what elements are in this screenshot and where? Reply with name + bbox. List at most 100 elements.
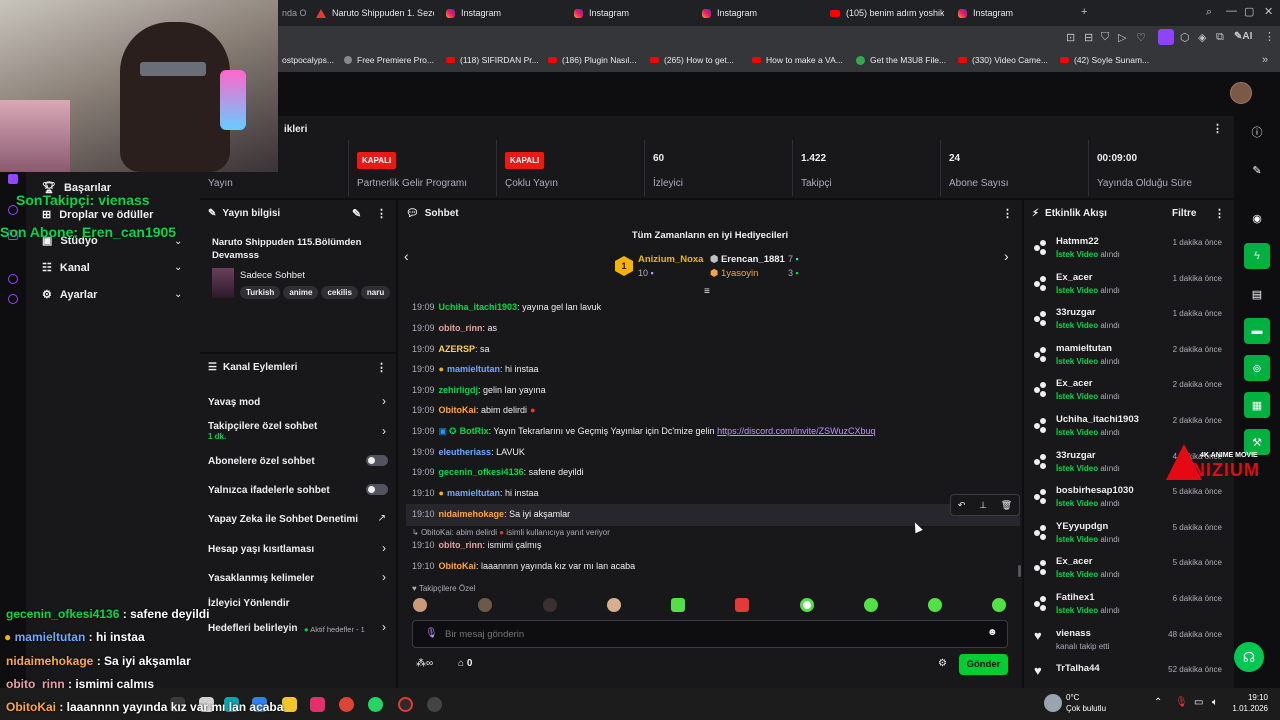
action-yavas-mod[interactable]: Yavaş mod (208, 397, 388, 408)
avatar[interactable] (1230, 82, 1252, 104)
activity-item[interactable]: Ex_acer İstek Video alındı 1 dakika önce (1034, 272, 1230, 302)
bookmark[interactable]: (265) How to get... (650, 48, 734, 72)
kebab-menu-icon[interactable]: ⋮ (1212, 122, 1223, 135)
activity-user[interactable]: Ex_acer (1056, 556, 1092, 567)
weather-icon[interactable] (1044, 694, 1062, 712)
activity-item[interactable]: ♥ vienass kanalı takip etti 48 dakika önce (1034, 628, 1230, 658)
action-takipcilere-ozel[interactable]: Takipçilere özel sohbet 1 dk. (208, 421, 388, 441)
msg-user[interactable]: zehirligdj (439, 385, 479, 395)
emote-icon[interactable] (543, 598, 557, 612)
msg-user[interactable]: eleutheriass (439, 447, 492, 457)
emote-icon[interactable] (928, 598, 942, 612)
emote-icon[interactable] (478, 598, 492, 612)
msg-user[interactable]: obito_rinn (439, 323, 483, 333)
chat-message[interactable]: 19:10 obito_rinn: ismimi çalmış (412, 540, 542, 550)
browser-tab[interactable]: Instagram (958, 0, 1068, 26)
activity-item[interactable]: Uchiha_itachi1903 İstek Video alındı 2 dak… (1034, 414, 1230, 444)
emote-icon[interactable] (413, 598, 427, 612)
bookmark[interactable]: Free Premiere Pro... (344, 48, 434, 72)
info-icon[interactable]: ⓘ (1244, 119, 1270, 145)
broadcast-icon[interactable]: ⊚ (1244, 355, 1270, 381)
abonelere-ozel-toggle[interactable] (366, 455, 388, 466)
msg-user[interactable]: Uchiha_itachi1903 (439, 302, 518, 312)
bookmark[interactable]: (118) SIFIRDAN Pr... (446, 48, 539, 72)
activity-user[interactable]: YEyyupdgn (1056, 521, 1108, 532)
ai-button[interactable]: ✎AI (1234, 31, 1252, 42)
browser-tab[interactable]: Instagram (574, 0, 684, 26)
action-yapay-zeka[interactable]: Yapay Zeka ile Sohbet Denetimi (208, 514, 388, 525)
opera-icon[interactable] (398, 697, 413, 712)
activity-user[interactable]: bosbirhesap1030 (1056, 485, 1134, 496)
browser-tab[interactable]: Instagram (446, 0, 556, 26)
browser-tab[interactable]: Instagram (702, 0, 812, 26)
support-chat-button[interactable]: ☊ (1234, 642, 1264, 672)
msg-user[interactable]: ObitoKai (439, 405, 477, 415)
chat-message[interactable]: 19:09 ● mamieltutan: hi instaa (412, 364, 539, 374)
channel-points-icon[interactable]: ⁂∞ (416, 658, 433, 669)
tray-chevron-icon[interactable]: ⌃ (1154, 697, 1162, 708)
external-link-icon[interactable]: ↗ (378, 513, 386, 524)
activity-user[interactable]: 33ruzgar (1056, 450, 1096, 461)
new-tab-icon[interactable]: + (1081, 6, 1087, 18)
mic-tray-icon[interactable]: 🎙︎ (1175, 697, 1188, 708)
chat-icon[interactable] (8, 274, 18, 284)
activity-item[interactable]: bosbirhesap1030 İstek Video alındı 5 dakik… (1034, 485, 1230, 515)
activity-item[interactable]: 33ruzgar İstek Video alındı 1 dakika önce (1034, 307, 1230, 337)
chat-message[interactable]: 19:10 ObitoKai: laaannnn yayında kız var … (412, 561, 635, 571)
chrome-icon[interactable] (339, 697, 354, 712)
ifadelerle-toggle[interactable] (366, 484, 388, 495)
activity-user[interactable]: Fatihex1 (1056, 592, 1095, 603)
chevron-right-icon[interactable]: › (382, 394, 386, 408)
kebab-menu-icon[interactable]: ⋮ (376, 207, 387, 220)
msg-user[interactable]: AZERSP (439, 344, 476, 354)
emote-icon[interactable] (735, 598, 749, 612)
emote-icon[interactable] (671, 598, 685, 612)
twitch-icon[interactable] (8, 174, 18, 184)
delete-icon[interactable]: 🗑︎ (1001, 500, 1012, 511)
emoji-icon[interactable]: ☻ (987, 627, 998, 638)
volume-icon[interactable]: 🔈︎ (1212, 697, 1218, 708)
screenshot-icon[interactable]: ⧉ (1216, 31, 1224, 44)
extensions-icon[interactable]: ⬡ (1180, 31, 1190, 44)
activity-user[interactable]: vienass (1056, 628, 1091, 639)
bookmark[interactable]: Get the M3U8 File... (856, 48, 946, 72)
lightning-icon[interactable]: ϟ (1244, 243, 1270, 269)
msg-user[interactable]: nidaimehokage (439, 509, 505, 519)
chat-message[interactable]: 19:09 ObitoKai: abim delirdi ● (412, 405, 536, 415)
chat-message[interactable]: 19:10 ● mamieltutan: hi instaa (412, 488, 539, 498)
msg-user[interactable]: gecenin_ofkesi4136 (439, 467, 524, 477)
search-tabs-icon[interactable]: ⌕ (1206, 6, 1212, 19)
tag[interactable]: cekilis (321, 286, 358, 299)
tag[interactable]: naru (360, 286, 390, 299)
activity-item[interactable]: Fatihex1 İstek Video alındı 6 dakika önce (1034, 592, 1230, 622)
activity-item[interactable]: Ex_acer İstek Video alındı 5 dakika önce (1034, 556, 1230, 586)
msg-user[interactable]: ObitoKai (439, 561, 477, 571)
obs-icon[interactable] (427, 697, 442, 712)
kebab-menu-icon[interactable]: ⋮ (1002, 207, 1013, 220)
bookmark[interactable]: (330) Video Came... (958, 48, 1048, 72)
chevron-right-icon[interactable]: › (382, 570, 386, 584)
tag[interactable]: anime (283, 286, 319, 299)
chevron-down-icon[interactable]: ⌄ (174, 262, 182, 273)
leaderboard-third[interactable]: ⬢ 1yasoyin (710, 268, 758, 279)
more-bookmarks-icon[interactable]: » (1262, 54, 1268, 66)
leaderboard-second[interactable]: ⬢ Erencan_1881 (710, 254, 785, 265)
filter-button[interactable]: Filtre (1172, 208, 1196, 219)
layout-icon[interactable]: ▦ (1244, 392, 1270, 418)
send-button[interactable]: Gönder (959, 654, 1008, 675)
activity-user[interactable]: 33ruzgar (1056, 307, 1096, 318)
activity-user[interactable]: TrTalha44 (1056, 663, 1100, 674)
reply-icon[interactable]: ↶ (958, 500, 966, 511)
msg-user[interactable]: BotRix (460, 426, 489, 436)
file-explorer-icon[interactable] (282, 697, 297, 712)
bookmark[interactable]: (186) Plugin Nasıl... (548, 48, 637, 72)
browser-tab[interactable]: (105) benim adım yoshikag (830, 0, 944, 26)
action-izleyici-yonlendir[interactable]: İzleyici Yönlendir (208, 598, 388, 609)
heart-icon[interactable]: ♡ (1136, 31, 1146, 44)
browser-tab[interactable]: Naruto Shippuden 1. Sezo (316, 0, 434, 26)
emote-icon[interactable] (864, 598, 878, 612)
nav-item-droplar[interactable]: ⊞ Droplar ve ödüller (42, 208, 153, 222)
activity-item[interactable]: YEyyupdgn İstek Video alındı 5 dakika önce (1034, 521, 1230, 551)
chat-message[interactable]: 19:09 eleutheriass: LAVUK (412, 447, 525, 457)
whatsapp-icon[interactable] (368, 697, 383, 712)
